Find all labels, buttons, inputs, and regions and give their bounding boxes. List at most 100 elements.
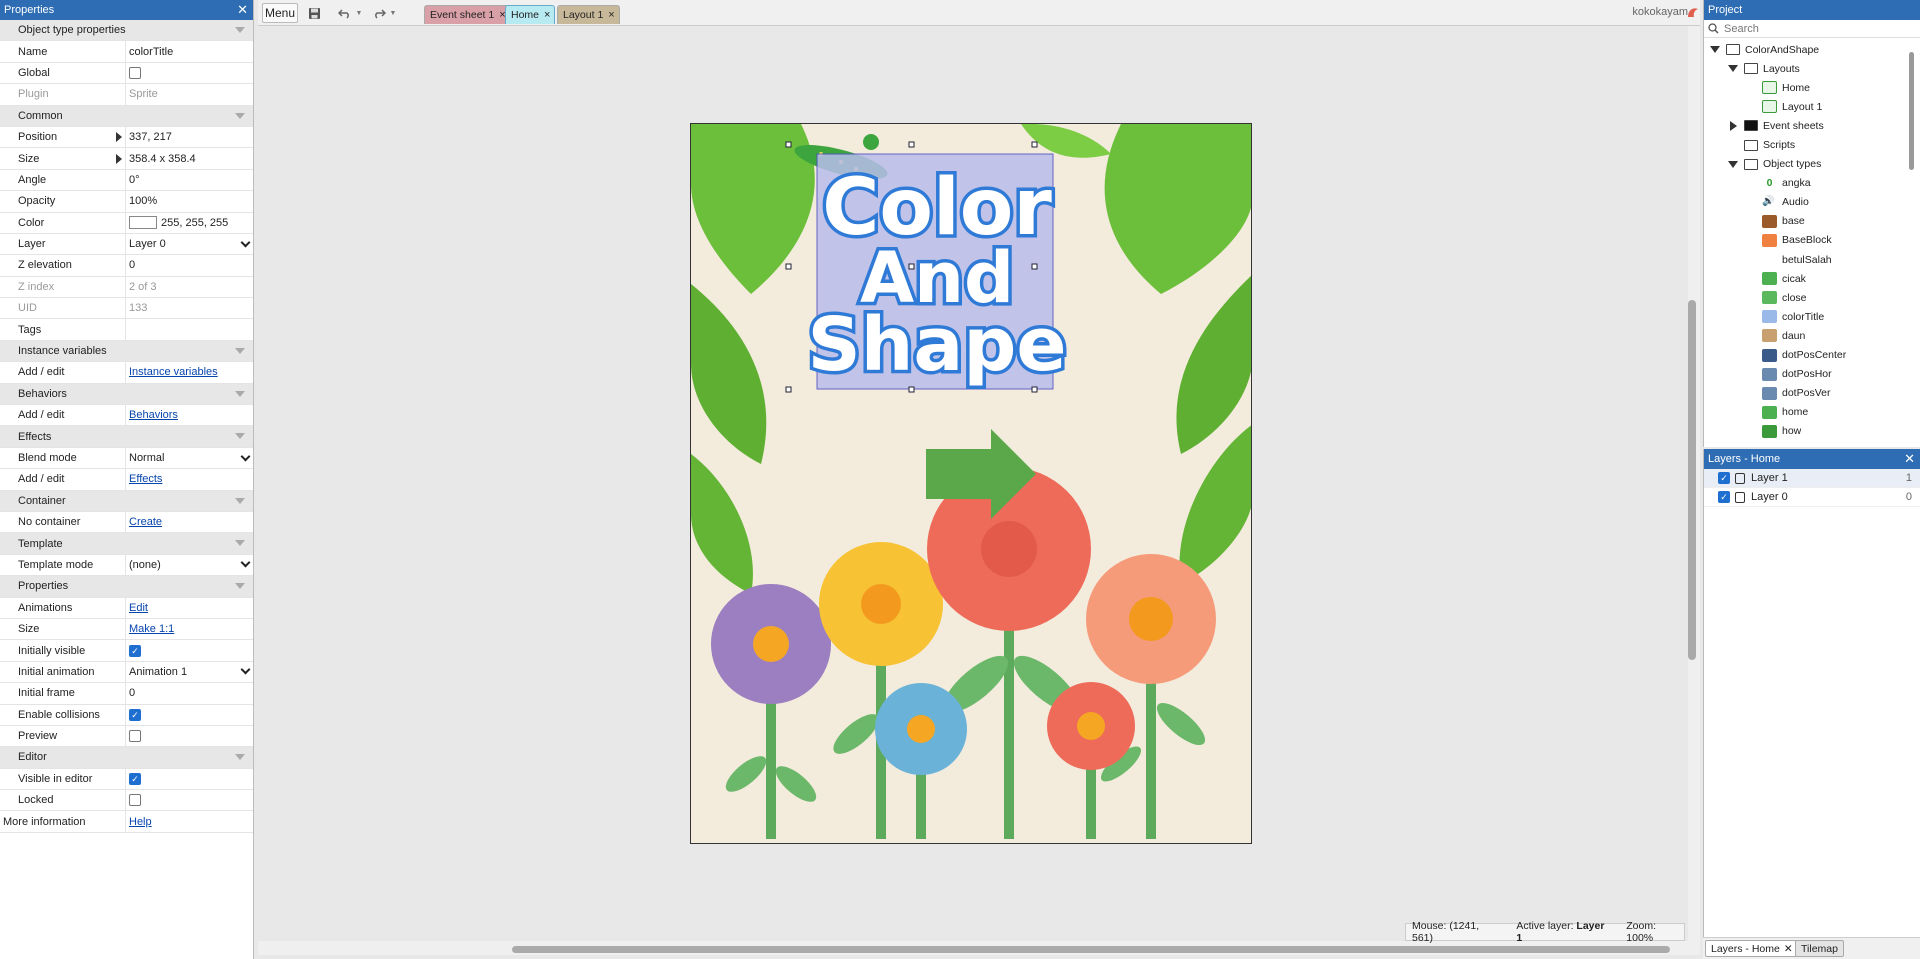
- checkbox[interactable]: [129, 794, 141, 807]
- visibility-checkbox[interactable]: ✓: [1718, 491, 1730, 503]
- value-text[interactable]: 337, 217: [129, 131, 172, 143]
- link-instance-variables[interactable]: Instance variables: [129, 366, 218, 378]
- checkbox[interactable]: ✓: [129, 644, 141, 657]
- dropdown-select[interactable]: Animation 1: [129, 664, 253, 678]
- dropdown-select[interactable]: Normal: [129, 451, 253, 464]
- property-value[interactable]: 255, 255, 255: [126, 213, 253, 233]
- property-value[interactable]: Animation 1: [126, 662, 253, 682]
- tree-item-layout-1[interactable]: Layout 1: [1704, 97, 1920, 116]
- expand-arrow-icon[interactable]: [116, 132, 122, 143]
- close-icon[interactable]: ✕: [1784, 943, 1793, 955]
- section-instance-variables[interactable]: Instance variables: [0, 340, 253, 363]
- tree-item-scripts[interactable]: Scripts: [1704, 135, 1920, 154]
- close-icon[interactable]: ×: [608, 9, 614, 21]
- lock-icon[interactable]: [1735, 491, 1745, 503]
- property-value[interactable]: Layer 0: [126, 234, 253, 254]
- property-value[interactable]: [126, 319, 253, 339]
- tree-item-close[interactable]: close: [1704, 288, 1920, 307]
- value-text[interactable]: 0: [129, 259, 135, 271]
- tree-item-daun[interactable]: daun: [1704, 326, 1920, 345]
- value-text[interactable]: 358.4 x 358.4: [129, 153, 196, 165]
- tab-home[interactable]: Home ×: [505, 5, 556, 24]
- color-swatch[interactable]: [129, 216, 157, 230]
- tree-item-home[interactable]: home: [1704, 403, 1920, 422]
- redo-icon[interactable]: [370, 3, 388, 23]
- dropdown-select[interactable]: (none): [129, 558, 253, 571]
- collapsed-arrow-icon[interactable]: [1730, 120, 1737, 131]
- value-text[interactable]: 100%: [129, 195, 157, 207]
- property-value[interactable]: Behaviors: [126, 405, 253, 425]
- close-icon[interactable]: ✕: [237, 0, 248, 20]
- link-edit[interactable]: Edit: [129, 602, 148, 614]
- property-value[interactable]: 358.4 x 358.4: [126, 148, 253, 168]
- tree-item-layouts[interactable]: Layouts: [1704, 59, 1920, 78]
- tree-item-dotposhor[interactable]: dotPosHor: [1704, 365, 1920, 384]
- property-value[interactable]: 0: [126, 683, 253, 703]
- tree-item-dotposcenter[interactable]: dotPosCenter: [1704, 346, 1920, 365]
- collapse-icon[interactable]: [235, 540, 245, 547]
- value-text[interactable]: colorTitle: [129, 46, 173, 58]
- visibility-checkbox[interactable]: ✓: [1718, 472, 1730, 484]
- property-value[interactable]: 100%: [126, 191, 253, 211]
- property-value[interactable]: Instance variables: [126, 362, 253, 382]
- property-value[interactable]: Make 1:1: [126, 619, 253, 639]
- tree-item-betulsalah[interactable]: betulSalah: [1704, 250, 1920, 269]
- layer-row-layer-1[interactable]: ✓ Layer 1 1: [1704, 469, 1920, 488]
- redo-dropdown-icon[interactable]: ▼: [388, 3, 398, 23]
- property-value[interactable]: ✓: [126, 705, 253, 725]
- property-value[interactable]: 0: [126, 255, 253, 275]
- collapse-icon[interactable]: [235, 347, 245, 354]
- bottom-tab-tilemap[interactable]: Tilemap: [1795, 940, 1844, 957]
- section-template[interactable]: Template: [0, 533, 253, 555]
- expand-arrow-icon[interactable]: [116, 153, 122, 164]
- value-text[interactable]: 0: [129, 687, 135, 699]
- link-effects[interactable]: Effects: [129, 473, 162, 485]
- link-help[interactable]: Help: [129, 816, 152, 828]
- link-make-1-1[interactable]: Make 1:1: [129, 623, 174, 635]
- undo-dropdown-icon[interactable]: ▼: [354, 3, 364, 23]
- section-effects[interactable]: Effects: [0, 426, 253, 448]
- dropdown-select[interactable]: Layer 0: [129, 237, 253, 250]
- tree-item-cicak[interactable]: cicak: [1704, 269, 1920, 288]
- checkbox[interactable]: [129, 730, 141, 743]
- tree-item-audio[interactable]: 🔊 Audio: [1704, 193, 1920, 212]
- property-value[interactable]: [126, 63, 253, 83]
- tree-item-angka[interactable]: 0 angka: [1704, 174, 1920, 193]
- collapse-icon[interactable]: [235, 390, 245, 397]
- section-properties[interactable]: Properties: [0, 576, 253, 598]
- checkbox[interactable]: [129, 66, 141, 79]
- checkbox[interactable]: ✓: [129, 772, 141, 785]
- expanded-arrow-icon[interactable]: [1728, 160, 1738, 168]
- expanded-arrow-icon[interactable]: [1728, 65, 1738, 73]
- tree-item-colorandshape[interactable]: ColorAndShape: [1704, 40, 1920, 59]
- horizontal-scroll-thumb[interactable]: [512, 946, 1670, 953]
- tree-item-base[interactable]: base: [1704, 212, 1920, 231]
- section-object-type-properties[interactable]: Object type properties: [0, 20, 253, 42]
- checkbox[interactable]: ✓: [129, 708, 141, 721]
- property-value[interactable]: 0°: [126, 170, 253, 190]
- property-value[interactable]: Edit: [126, 598, 253, 618]
- layer-row-layer-0[interactable]: ✓ Layer 0 0: [1704, 488, 1920, 507]
- collapse-icon[interactable]: [235, 583, 245, 590]
- tree-item-colortitle[interactable]: colorTitle: [1704, 307, 1920, 326]
- section-behaviors[interactable]: Behaviors: [0, 383, 253, 406]
- section-container[interactable]: Container: [0, 490, 253, 512]
- property-value[interactable]: colorTitle: [126, 41, 253, 61]
- property-value[interactable]: Effects: [126, 469, 253, 489]
- tree-item-baseblock[interactable]: BaseBlock: [1704, 231, 1920, 250]
- section-editor[interactable]: Editor: [0, 747, 253, 769]
- menu-button[interactable]: Menu: [262, 3, 298, 23]
- expanded-arrow-icon[interactable]: [1710, 46, 1720, 54]
- bottom-tab-layers-home[interactable]: Layers - Home ✕: [1705, 940, 1799, 957]
- link-behaviors[interactable]: Behaviors: [129, 409, 178, 421]
- collapse-icon[interactable]: [235, 112, 245, 119]
- property-value[interactable]: ✓: [126, 769, 253, 789]
- lock-icon[interactable]: [1735, 472, 1745, 484]
- property-value[interactable]: [126, 790, 253, 810]
- property-value[interactable]: Help: [126, 811, 253, 831]
- property-value[interactable]: ✓: [126, 640, 253, 660]
- tree-item-object-types[interactable]: Object types: [1704, 155, 1920, 174]
- collapse-icon[interactable]: [235, 27, 245, 33]
- username[interactable]: kokokayam: [1632, 6, 1688, 18]
- search-input[interactable]: Search: [1704, 20, 1920, 38]
